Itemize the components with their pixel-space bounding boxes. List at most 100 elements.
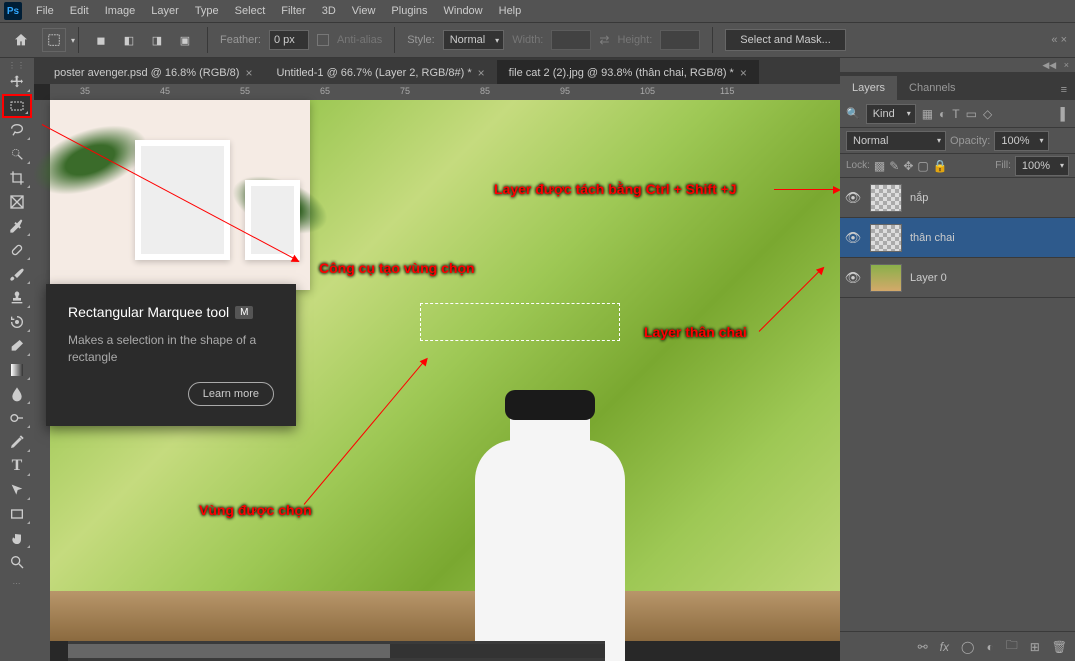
toolbar-grip[interactable]: ⋮⋮	[8, 60, 26, 70]
lock-pos-icon[interactable]: ✥	[903, 159, 913, 173]
opacity-input[interactable]: 100%	[994, 131, 1048, 151]
layer-name[interactable]: nắp	[910, 192, 928, 204]
tab-layers[interactable]: Layers	[840, 76, 897, 100]
filter-type-icon[interactable]: T	[952, 107, 959, 121]
path-select-tool[interactable]	[2, 478, 32, 502]
annotation-2: Layer thân chai	[644, 324, 747, 340]
delete-icon[interactable]: 🗑	[1052, 640, 1067, 654]
hand-tool[interactable]	[2, 526, 32, 550]
group-icon[interactable]: 🗀	[1006, 636, 1018, 657]
scrollbar-horizontal[interactable]	[68, 644, 605, 658]
adjustment-icon[interactable]: ◐	[986, 640, 993, 654]
lock-artboard-icon[interactable]: ▢	[917, 159, 928, 173]
menu-type[interactable]: Type	[187, 2, 227, 20]
panel-collapse[interactable]: ◀◀ ×	[840, 58, 1075, 72]
fx-icon[interactable]: fx	[940, 640, 949, 654]
lock-all-icon[interactable]: 🔒	[933, 159, 948, 173]
frame-tool[interactable]	[2, 190, 32, 214]
crop-tool[interactable]	[2, 166, 32, 190]
close-icon[interactable]: ×	[478, 66, 485, 80]
swap-icon[interactable]: ⇄	[599, 33, 609, 47]
menu-3d[interactable]: 3D	[314, 2, 344, 20]
visibility-icon[interactable]: 👁	[844, 190, 862, 206]
intersect-selection-icon[interactable]: ▣	[175, 30, 195, 50]
visibility-icon[interactable]: 👁	[844, 270, 862, 286]
layer-thumb[interactable]	[870, 224, 902, 252]
toolbar-more[interactable]: ⋯	[13, 578, 22, 588]
close-icon[interactable]: ×	[740, 66, 747, 80]
stamp-tool[interactable]	[2, 286, 32, 310]
antialias-checkbox[interactable]	[317, 34, 329, 46]
feather-label: Feather:	[220, 34, 261, 46]
collapse-icon[interactable]: « ×	[1051, 34, 1067, 46]
healing-tool[interactable]	[2, 238, 32, 262]
move-tool[interactable]	[2, 70, 32, 94]
rectangle-tool[interactable]	[2, 502, 32, 526]
new-layer-icon[interactable]: ⊞	[1030, 640, 1040, 654]
eyedropper-tool[interactable]	[2, 214, 32, 238]
add-selection-icon[interactable]: ◧	[119, 30, 139, 50]
layer-filter-dropdown[interactable]: Kind	[866, 104, 916, 124]
tab-channels[interactable]: Channels	[897, 76, 967, 100]
filter-pixel-icon[interactable]: ▦	[922, 107, 933, 121]
blur-tool[interactable]	[2, 382, 32, 406]
menu-layer[interactable]: Layer	[143, 2, 187, 20]
select-and-mask-button[interactable]: Select and Mask...	[725, 29, 846, 51]
pen-tool[interactable]	[2, 430, 32, 454]
dodge-tool[interactable]	[2, 406, 32, 430]
panel-menu-icon[interactable]: ≡	[1053, 80, 1075, 100]
filter-adjust-icon[interactable]: ◐	[939, 107, 946, 121]
layer-name[interactable]: thân chai	[910, 232, 955, 244]
brush-tool[interactable]	[2, 262, 32, 286]
ruler-mark: 115	[720, 86, 734, 96]
home-button[interactable]	[8, 27, 34, 53]
ruler-horizontal[interactable]: 35 45 55 65 75 85 95 105 115	[50, 84, 840, 100]
style-dropdown[interactable]: Normal	[443, 30, 504, 50]
tool-preset[interactable]	[42, 28, 66, 52]
lock-paint-icon[interactable]: ✎	[889, 159, 899, 173]
menu-select[interactable]: Select	[227, 2, 274, 20]
history-brush-tool[interactable]	[2, 310, 32, 334]
zoom-tool[interactable]	[2, 550, 32, 574]
filter-shape-icon[interactable]: ▭	[966, 107, 977, 121]
feather-input[interactable]	[269, 30, 309, 50]
close-icon[interactable]: ×	[245, 66, 252, 80]
quick-select-tool[interactable]	[2, 142, 32, 166]
filter-toggle-icon[interactable]: ▌	[1060, 107, 1069, 121]
lock-trans-icon[interactable]: ▩	[874, 159, 885, 173]
tab-1[interactable]: Untitled-1 @ 66.7% (Layer 2, RGB/8#) *×	[264, 60, 496, 84]
lasso-tool[interactable]	[2, 118, 32, 142]
filter-smart-icon[interactable]: ◇	[983, 107, 992, 121]
layer-name[interactable]: Layer 0	[910, 272, 947, 284]
link-icon[interactable]: ⚯	[918, 640, 928, 654]
type-tool[interactable]: T	[2, 454, 32, 478]
menu-edit[interactable]: Edit	[62, 2, 97, 20]
tab-0[interactable]: poster avenger.psd @ 16.8% (RGB/8)×	[42, 60, 264, 84]
blend-mode-dropdown[interactable]: Normal	[846, 131, 946, 151]
layers-panel: 🔍 Kind ▦ ◐ T ▭ ◇ ▌ Normal Opacity: 100% …	[840, 100, 1075, 661]
layer-thumb[interactable]	[870, 264, 902, 292]
menu-view[interactable]: View	[344, 2, 384, 20]
eraser-tool[interactable]	[2, 334, 32, 358]
layer-thumb[interactable]	[870, 184, 902, 212]
lock-label: Lock:	[846, 160, 870, 171]
marquee-tool[interactable]	[2, 94, 32, 118]
visibility-icon[interactable]: 👁	[844, 230, 862, 246]
layer-row[interactable]: 👁 nắp	[840, 178, 1075, 218]
menu-window[interactable]: Window	[436, 2, 491, 20]
menu-image[interactable]: Image	[97, 2, 144, 20]
subtract-selection-icon[interactable]: ◨	[147, 30, 167, 50]
fill-input[interactable]: 100%	[1015, 156, 1069, 176]
menu-file[interactable]: File	[28, 2, 62, 20]
options-bar: ◼ ◧ ◨ ▣ Feather: Anti-alias Style: Norma…	[0, 22, 1075, 58]
menu-plugins[interactable]: Plugins	[383, 2, 435, 20]
menu-filter[interactable]: Filter	[273, 2, 313, 20]
gradient-tool[interactable]	[2, 358, 32, 382]
learn-more-button[interactable]: Learn more	[188, 382, 274, 406]
new-selection-icon[interactable]: ◼	[91, 30, 111, 50]
menu-help[interactable]: Help	[491, 2, 530, 20]
layer-row[interactable]: 👁 Layer 0	[840, 258, 1075, 298]
layer-row[interactable]: 👁 thân chai	[840, 218, 1075, 258]
mask-icon[interactable]: ◯	[961, 640, 974, 654]
tab-2[interactable]: file cat 2 (2).jpg @ 93.8% (thân chai, R…	[497, 60, 759, 84]
